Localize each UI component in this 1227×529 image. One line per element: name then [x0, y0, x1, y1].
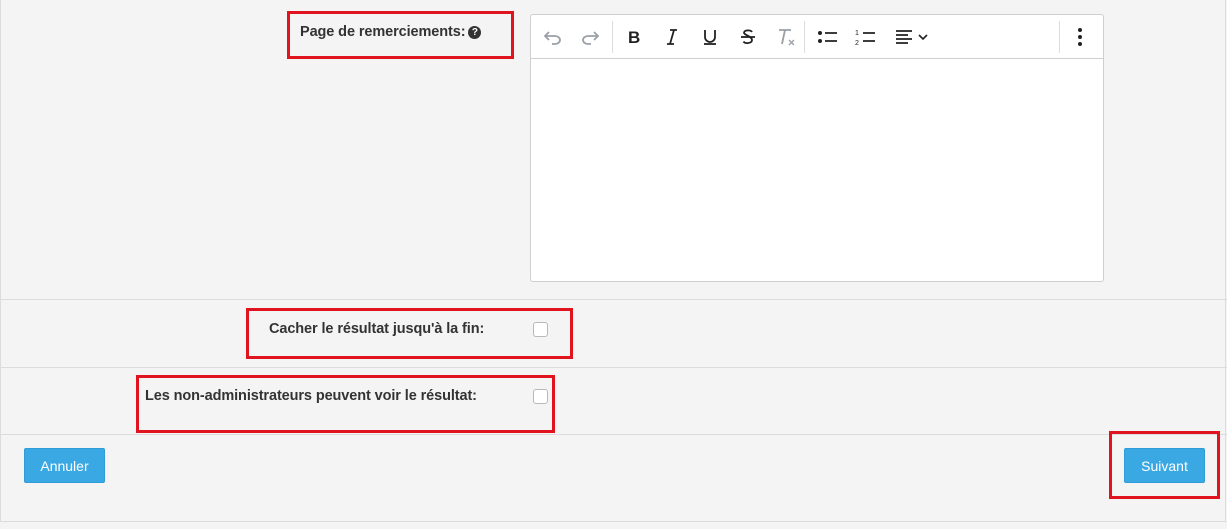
undo-icon[interactable] — [539, 23, 567, 51]
clear-format-icon[interactable] — [772, 23, 800, 51]
form-panel: Page de remerciements:? B 1 2 Cacher le … — [0, 0, 1227, 522]
numbered-list-icon[interactable]: 12 — [852, 23, 880, 51]
bold-icon[interactable]: B — [620, 23, 648, 51]
italic-icon[interactable] — [658, 23, 686, 51]
more-icon[interactable] — [1066, 23, 1094, 51]
non-admin-checkbox[interactable] — [533, 389, 548, 404]
svg-text:2: 2 — [855, 40, 859, 46]
editor-content[interactable] — [531, 59, 1103, 281]
next-button[interactable]: Suivant — [1124, 448, 1205, 483]
row-divider — [1, 299, 1227, 300]
align-left-icon[interactable] — [892, 23, 936, 51]
bullet-list-icon[interactable] — [814, 23, 842, 51]
hide-result-checkbox[interactable] — [533, 322, 548, 337]
row-divider — [1, 367, 1227, 368]
toolbar-divider — [1059, 21, 1060, 53]
help-icon[interactable]: ? — [468, 26, 482, 39]
hide-result-label: Cacher le résultat jusqu'à la fin: — [269, 321, 485, 337]
thank-you-page-label: Page de remerciements:? — [300, 24, 482, 40]
cancel-button[interactable]: Annuler — [24, 448, 105, 483]
toolbar-divider — [612, 21, 613, 53]
strikethrough-icon[interactable] — [734, 23, 762, 51]
editor-toolbar: B 12 — [531, 15, 1103, 59]
redo-icon[interactable] — [576, 23, 604, 51]
row-divider — [1, 434, 1227, 435]
svg-text:1: 1 — [855, 30, 859, 37]
underline-icon[interactable] — [696, 23, 724, 51]
svg-text:B: B — [628, 28, 640, 46]
non-admin-label: Les non-administrateurs peuvent voir le … — [145, 388, 477, 404]
toolbar-divider — [804, 21, 805, 53]
rich-text-editor: B 12 — [530, 14, 1104, 282]
